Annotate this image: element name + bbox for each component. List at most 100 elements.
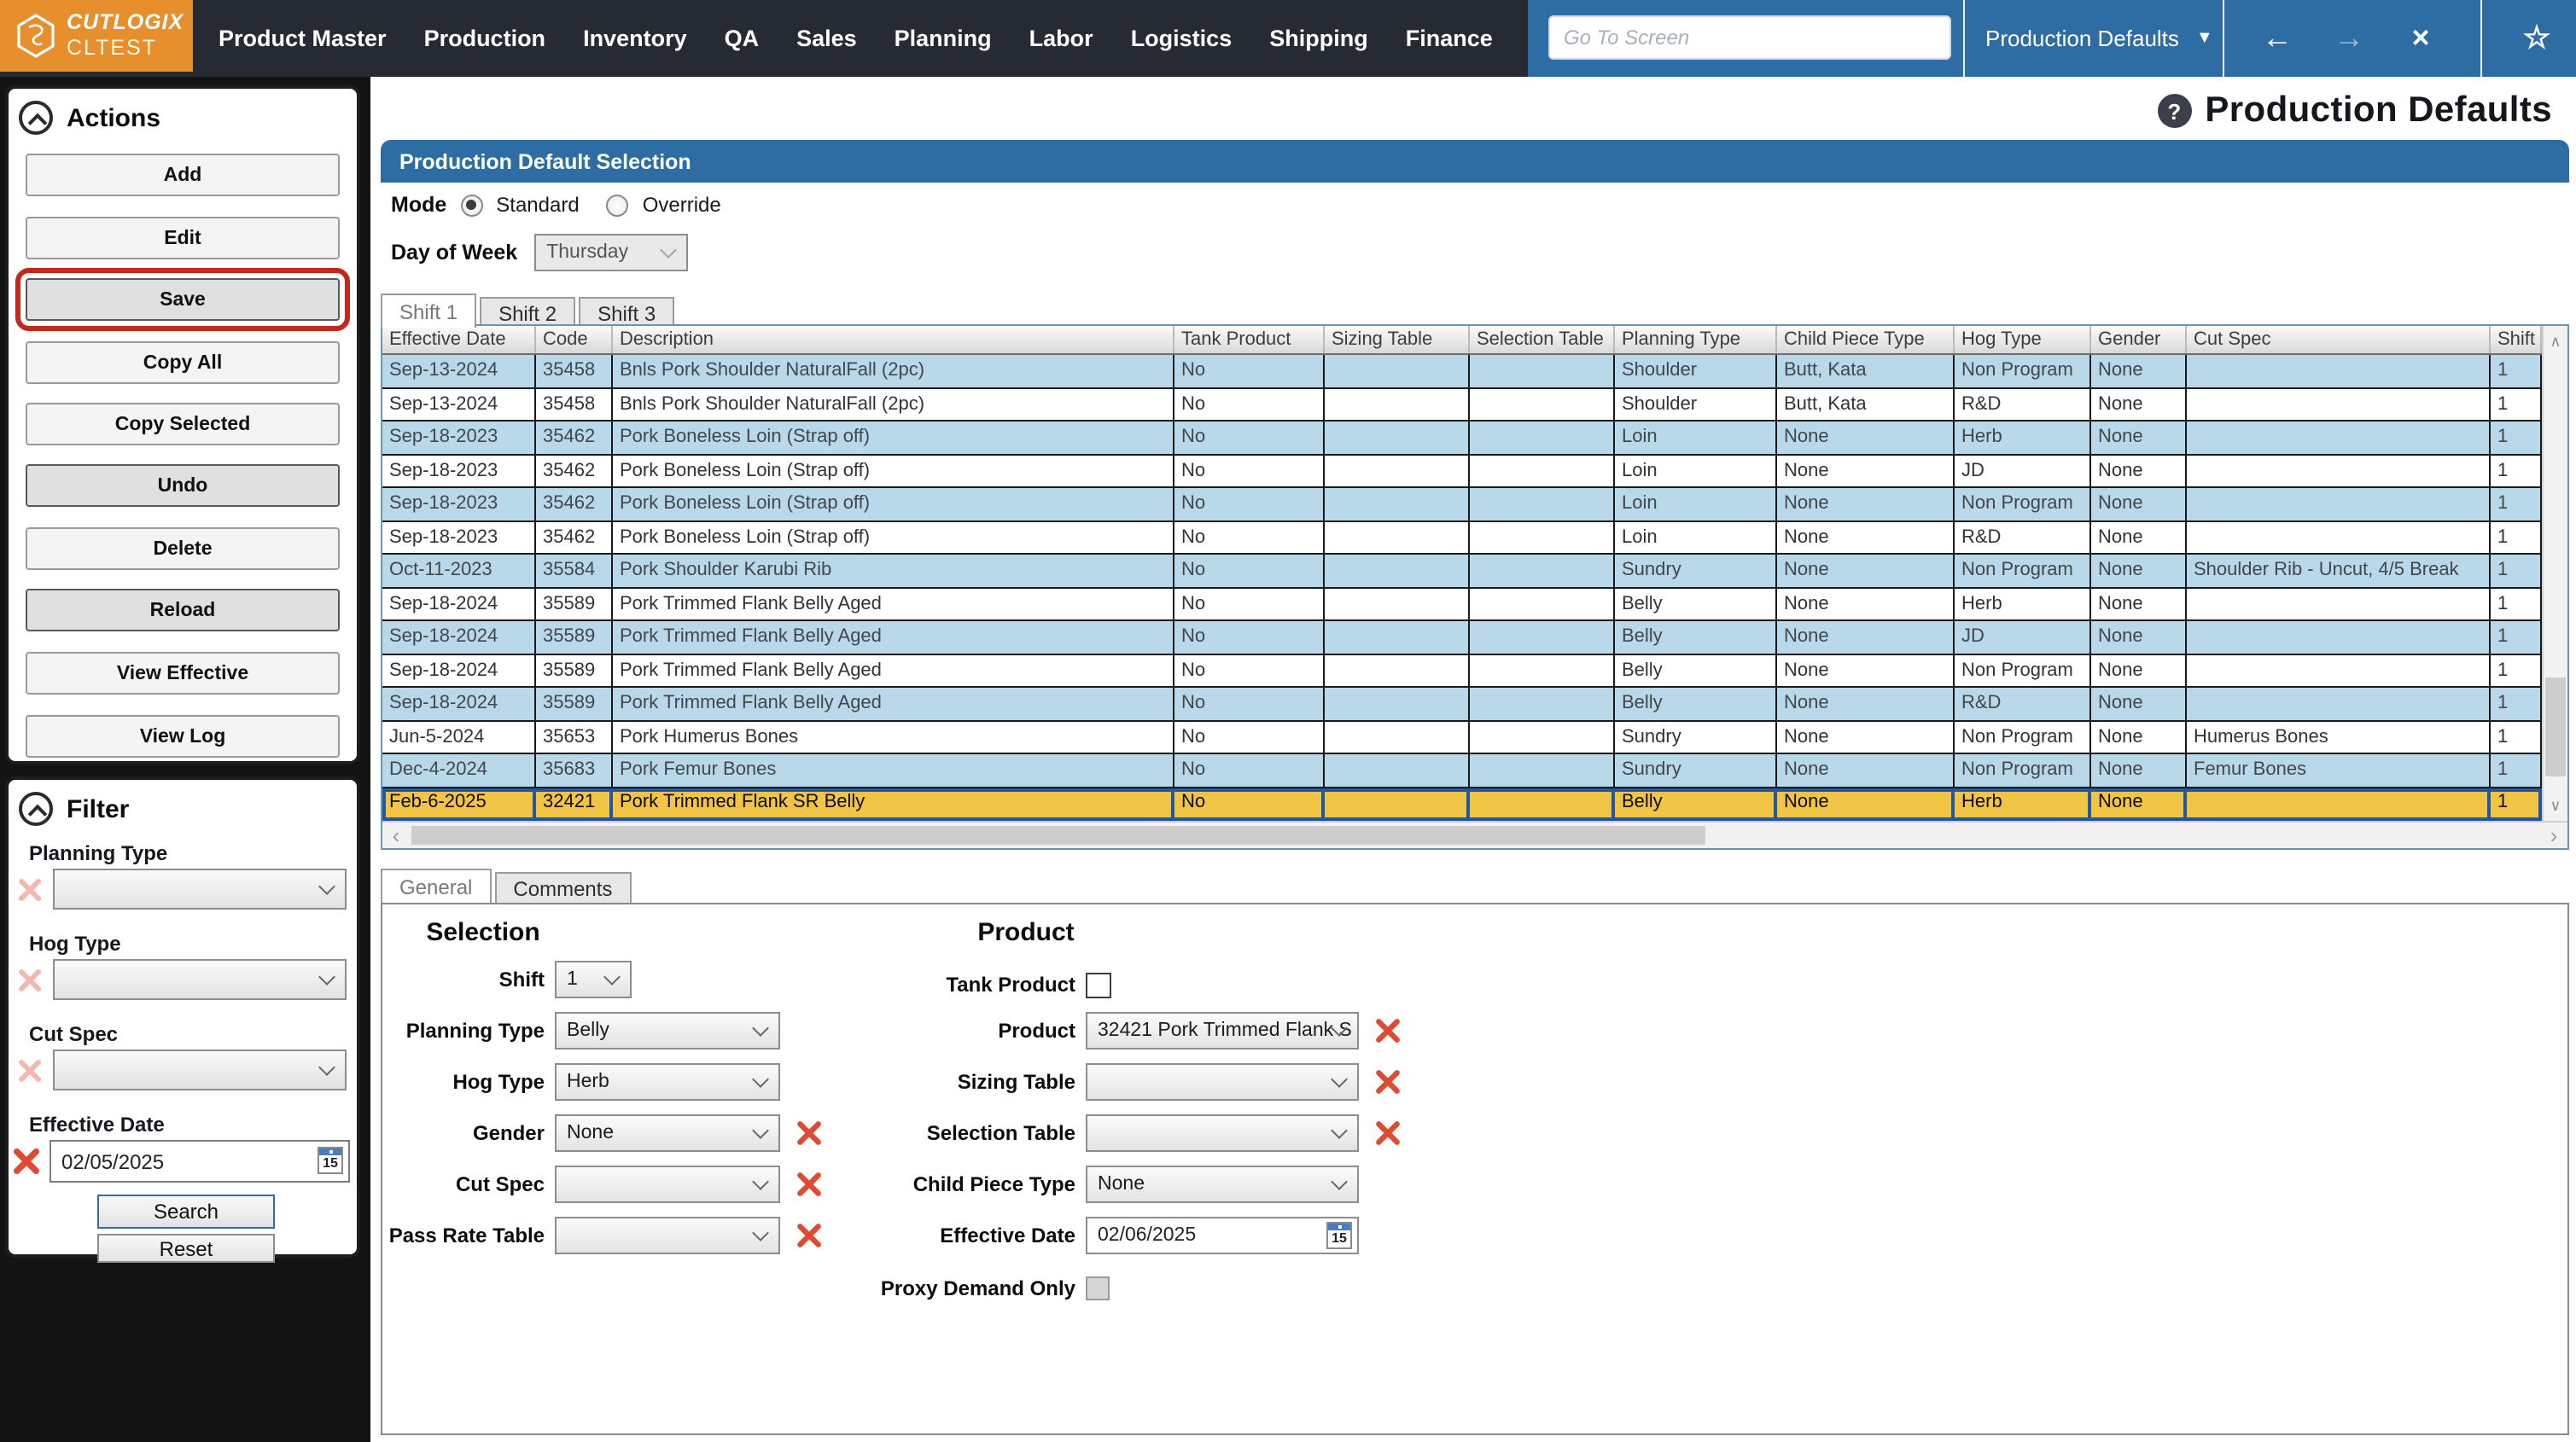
table-row[interactable]: Oct-11-2023 35584 Pork Shoulder Karubi Rib… xyxy=(382,555,2542,588)
nav-item-product-master[interactable]: Product Master xyxy=(219,26,387,51)
action-button-save[interactable]: Save xyxy=(15,268,350,331)
scroll-down-icon[interactable]: ∨ xyxy=(2544,794,2567,817)
table-row[interactable]: Sep-18-2023 35462 Pork Boneless Loin (Stra… xyxy=(382,422,2542,455)
nav-item-qa[interactable]: QA xyxy=(725,26,760,51)
nav-item-planning[interactable]: Planning xyxy=(895,26,992,51)
help-icon[interactable]: ? xyxy=(2157,94,2192,128)
column-header-hog-type[interactable]: Hog Type xyxy=(1955,326,2091,353)
action-button-reload[interactable]: Reload xyxy=(26,589,340,631)
table-row[interactable]: Sep-18-2023 35462 Pork Boneless Loin (Stra… xyxy=(382,521,2542,555)
shift-dropdown[interactable]: 1 xyxy=(555,961,632,998)
column-header-planning-type[interactable]: Planning Type xyxy=(1615,326,1777,353)
forward-arrow-icon[interactable]: → xyxy=(2323,0,2375,77)
go-to-screen-input[interactable] xyxy=(1548,15,1951,60)
reset-button[interactable]: Reset xyxy=(97,1234,275,1263)
scrollbar-thumb[interactable] xyxy=(411,826,1705,845)
sizing-table-dropdown[interactable] xyxy=(1086,1063,1359,1101)
scrollbar-thumb[interactable] xyxy=(2545,677,2566,776)
clear-filter-icon[interactable] xyxy=(15,875,44,903)
nav-item-inventory[interactable]: Inventory xyxy=(583,26,687,51)
effective-date-filter-input[interactable] xyxy=(50,1140,350,1183)
nav-item-labor[interactable]: Labor xyxy=(1029,26,1093,51)
filter-dropdown-cut-spec[interactable] xyxy=(53,1050,347,1090)
column-header-sizing-table[interactable]: Sizing Table xyxy=(1325,326,1470,353)
pass-rate-table-dropdown[interactable] xyxy=(555,1217,780,1254)
action-button-delete[interactable]: Delete xyxy=(26,527,340,570)
action-button-copy-all[interactable]: Copy All xyxy=(26,341,340,384)
search-button[interactable]: Search xyxy=(97,1195,275,1229)
filter-dropdown-hog-type[interactable] xyxy=(53,959,347,1000)
clear-filter-icon[interactable] xyxy=(15,1056,44,1084)
radio-standard[interactable] xyxy=(460,194,483,216)
action-button-view-effective[interactable]: View Effective xyxy=(26,652,340,695)
horizontal-scrollbar[interactable]: ‹ › xyxy=(382,821,2567,848)
column-header-cut-spec[interactable]: Cut Spec xyxy=(2187,326,2491,353)
table-row[interactable]: Sep-13-2024 35458 Bnls Pork Shoulder Natur… xyxy=(382,388,2542,422)
calendar-icon[interactable]: 15 xyxy=(1326,1221,1352,1248)
action-button-view-log[interactable]: View Log xyxy=(26,715,340,758)
calendar-icon[interactable]: 15 xyxy=(318,1147,343,1174)
column-header-code[interactable]: Code xyxy=(536,326,613,353)
table-row[interactable]: Sep-18-2024 35589 Pork Trimmed Flank Belly… xyxy=(382,688,2542,721)
day-of-week-dropdown[interactable]: Thursday xyxy=(534,234,689,271)
effective-date-input[interactable] xyxy=(1086,1217,1359,1254)
tab-general[interactable]: General xyxy=(381,869,492,903)
clear-field-icon[interactable] xyxy=(1373,1068,1402,1096)
action-button-edit[interactable]: Edit xyxy=(26,217,340,259)
collapse-chevron-icon[interactable] xyxy=(19,792,53,826)
screen-selector-dropdown[interactable]: Production Defaults ▼ xyxy=(1985,0,2213,77)
cut-spec-dropdown[interactable] xyxy=(555,1166,780,1203)
action-button-copy-selected[interactable]: Copy Selected xyxy=(26,403,340,445)
action-button-undo[interactable]: Undo xyxy=(26,464,340,507)
column-header-effective-date[interactable]: Effective Date xyxy=(382,326,536,353)
star-favorite-icon[interactable]: ☆ xyxy=(2511,0,2562,77)
gender-dropdown[interactable]: None xyxy=(555,1114,780,1152)
nav-item-sales[interactable]: Sales xyxy=(796,26,857,51)
hog-type-dropdown[interactable]: Herb xyxy=(555,1063,780,1101)
scroll-up-icon[interactable]: ∧ xyxy=(2544,329,2567,353)
tab-shift-2[interactable]: Shift 2 xyxy=(480,297,576,328)
column-header-tank-product[interactable]: Tank Product xyxy=(1174,326,1325,353)
action-button-add[interactable]: Add xyxy=(26,154,340,196)
table-row[interactable]: Sep-18-2023 35462 Pork Boneless Loin (Stra… xyxy=(382,488,2542,521)
tab-shift-3[interactable]: Shift 3 xyxy=(579,297,675,328)
scroll-left-icon[interactable]: ‹ xyxy=(382,823,410,848)
table-row[interactable]: Dec-4-2024 35683 Pork Femur Bones No Sundry N… xyxy=(382,754,2542,788)
table-row[interactable]: Sep-18-2024 35589 Pork Trimmed Flank Belly… xyxy=(382,621,2542,654)
scroll-right-icon[interactable]: › xyxy=(2540,823,2567,848)
table-row[interactable]: Sep-18-2024 35589 Pork Trimmed Flank Belly… xyxy=(382,588,2542,621)
selection-table-dropdown[interactable] xyxy=(1086,1114,1359,1152)
nav-item-shipping[interactable]: Shipping xyxy=(1269,26,1368,51)
radio-override[interactable] xyxy=(606,194,629,216)
clear-field-icon[interactable] xyxy=(794,1222,823,1249)
proxy-demand-only-checkbox[interactable] xyxy=(1086,1276,1110,1300)
clear-field-icon[interactable] xyxy=(1373,1017,1402,1044)
planning-type-dropdown[interactable]: Belly xyxy=(555,1012,780,1050)
nav-item-logistics[interactable]: Logistics xyxy=(1131,26,1233,51)
column-header-gender[interactable]: Gender xyxy=(2091,326,2187,353)
table-row[interactable]: Sep-13-2024 35458 Bnls Pork Shoulder Natur… xyxy=(382,355,2542,388)
collapse-chevron-icon[interactable] xyxy=(19,101,53,135)
clear-filter-icon[interactable] xyxy=(12,1147,41,1174)
nav-item-finance[interactable]: Finance xyxy=(1406,26,1493,51)
column-header-selection-table[interactable]: Selection Table xyxy=(1470,326,1615,353)
table-row[interactable]: Jun-5-2024 35653 Pork Humerus Bones No Sundr… xyxy=(382,721,2542,754)
clear-field-icon[interactable] xyxy=(1373,1119,1402,1147)
table-row[interactable]: Sep-18-2024 35589 Pork Trimmed Flank Belly… xyxy=(382,654,2542,688)
clear-field-icon[interactable] xyxy=(794,1171,823,1198)
column-header-description[interactable]: Description xyxy=(613,326,1174,353)
clear-filter-icon[interactable] xyxy=(15,966,44,993)
close-icon[interactable]: × xyxy=(2395,0,2446,77)
table-row[interactable]: Feb-6-2025 32421 Pork Trimmed Flank SR Bel… xyxy=(382,788,2542,821)
vertical-scrollbar[interactable]: ∧ ∨ xyxy=(2542,326,2567,821)
nav-item-production[interactable]: Production xyxy=(424,26,546,51)
child-piece-type-dropdown[interactable]: None xyxy=(1086,1166,1359,1203)
column-header-child-piece-type[interactable]: Child Piece Type xyxy=(1777,326,1955,353)
filter-dropdown-planning-type[interactable] xyxy=(53,869,347,910)
tab-comments[interactable]: Comments xyxy=(494,872,632,903)
back-arrow-icon[interactable]: ← xyxy=(2252,0,2303,77)
column-header-shift[interactable]: Shift xyxy=(2491,326,2542,353)
table-row[interactable]: Sep-18-2023 35462 Pork Boneless Loin (Stra… xyxy=(382,455,2542,488)
product-dropdown[interactable]: 32421 Pork Trimmed Flank S xyxy=(1086,1012,1359,1050)
clear-field-icon[interactable] xyxy=(794,1119,823,1147)
